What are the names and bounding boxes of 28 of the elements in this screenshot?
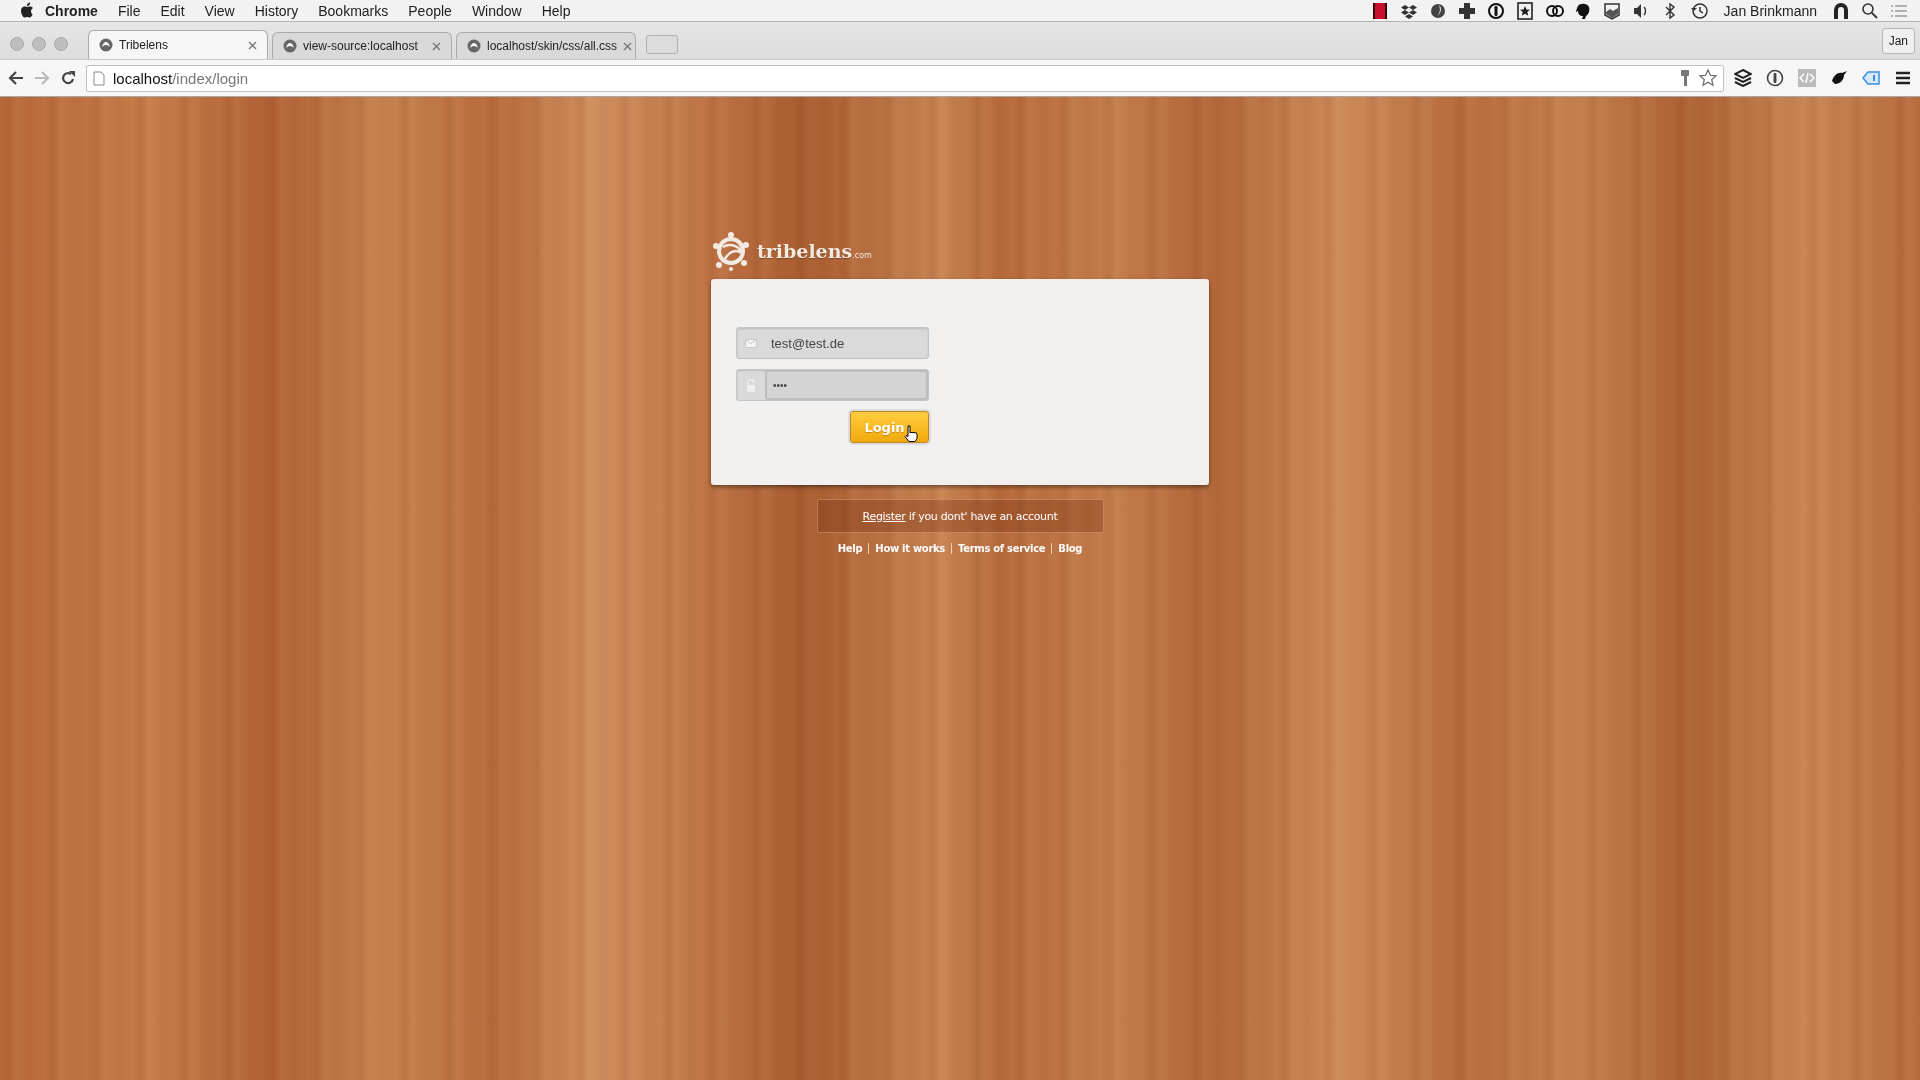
- browser-tab[interactable]: Tribelens: [88, 30, 268, 59]
- menu-item[interactable]: View: [194, 0, 245, 22]
- address-bar[interactable]: localhost/index/login: [86, 64, 1724, 92]
- menu-item[interactable]: Edit: [150, 0, 195, 22]
- footer-link[interactable]: Help: [831, 543, 869, 554]
- footer-link[interactable]: Blog: [1051, 543, 1089, 554]
- menu-item[interactable]: File: [107, 0, 151, 22]
- footer-link[interactable]: Terms of service: [951, 543, 1052, 554]
- register-link[interactable]: Register: [862, 509, 906, 523]
- logo-name: tribelens: [757, 240, 853, 262]
- user-name[interactable]: Jan Brinkmann: [1719, 2, 1821, 19]
- tab-title: localhost/skin/css/all.css: [487, 39, 618, 53]
- register-text: Register if you dont' have an account: [862, 509, 1058, 523]
- menu-item[interactable]: People: [398, 0, 462, 22]
- menu-item[interactable]: Bookmarks: [308, 0, 399, 22]
- app-menu[interactable]: Chrome: [35, 0, 108, 22]
- browser-tab[interactable]: localhost/skin/css/all.css: [456, 32, 636, 59]
- menu-item[interactable]: History: [244, 0, 309, 22]
- url-text: localhost/index/login: [113, 69, 250, 87]
- menu-item[interactable]: Window: [461, 0, 532, 22]
- email-field[interactable]: test@test.de: [736, 327, 929, 359]
- password-field[interactable]: ••••: [736, 369, 929, 401]
- menu-item[interactable]: Help: [531, 0, 581, 22]
- browser-tab[interactable]: view-source:localhost: [272, 32, 452, 59]
- profile-button[interactable]: Jan: [1881, 27, 1915, 54]
- tab-title: view-source:localhost: [303, 39, 419, 53]
- tab-title: Tribelens: [119, 38, 169, 52]
- logo-suffix: .com: [852, 250, 872, 260]
